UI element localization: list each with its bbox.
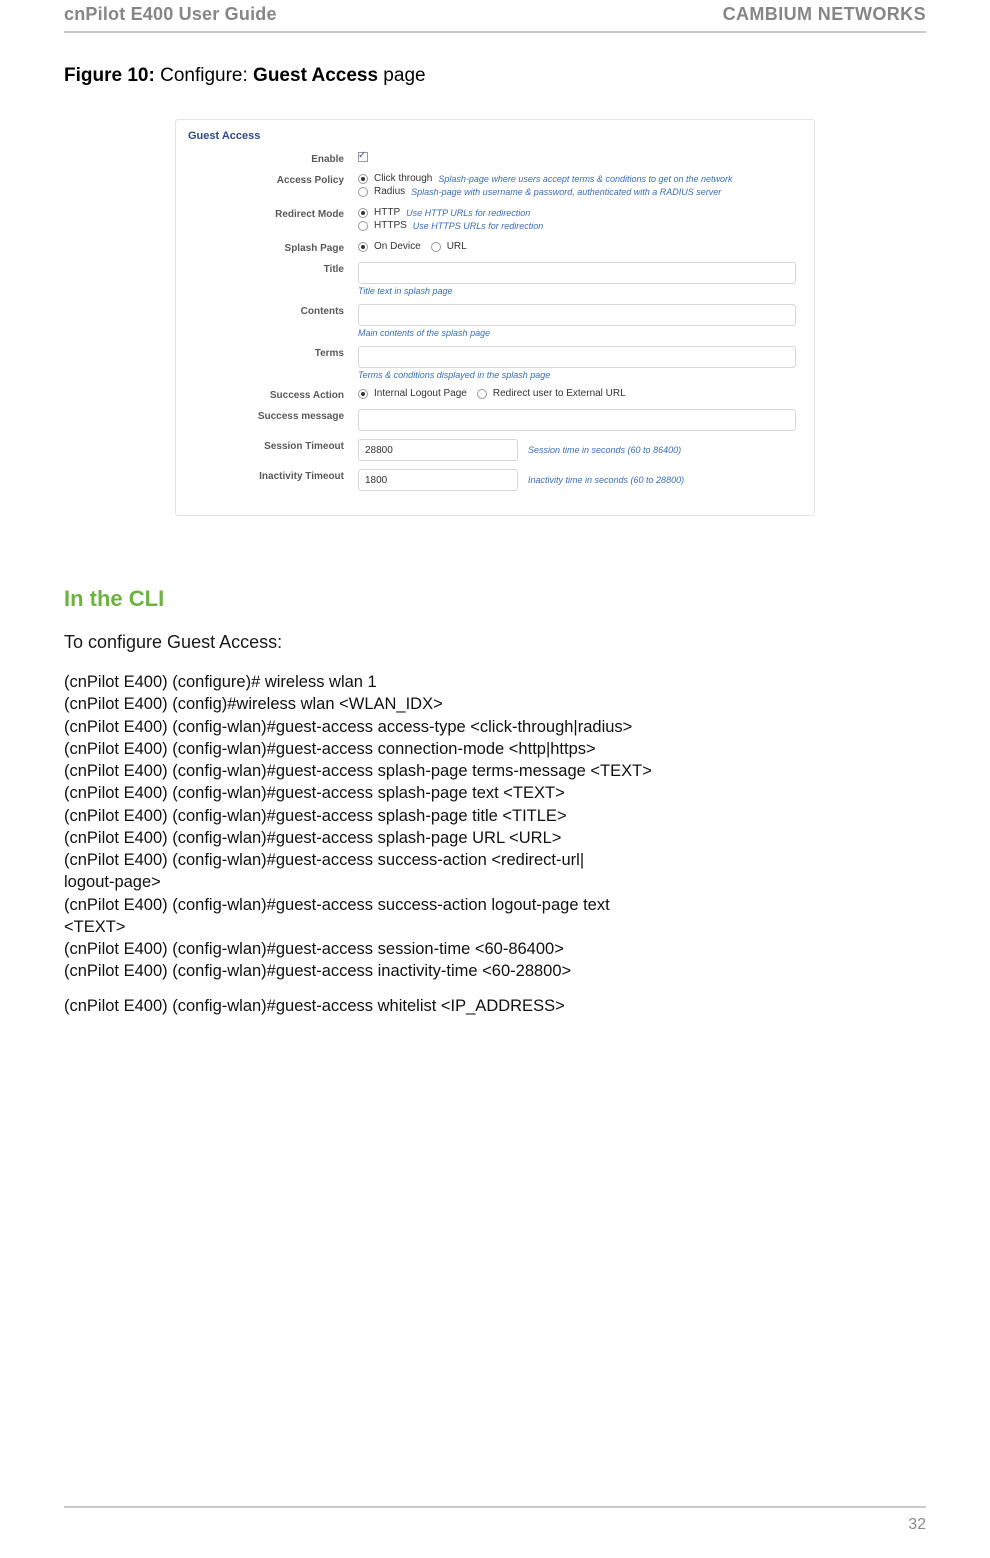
label-contents: Contents (176, 300, 358, 317)
opt-url: URL (447, 241, 467, 252)
label-redirect-mode: Redirect Mode (176, 203, 358, 220)
terms-input[interactable] (358, 346, 796, 368)
label-terms: Terms (176, 342, 358, 359)
label-success-action: Success Action (176, 384, 358, 401)
figure-bold2: Guest Access (253, 65, 378, 86)
row-splash-page: Splash Page On Device URL (176, 237, 814, 258)
radio-radius[interactable] (358, 187, 368, 197)
label-splash-page: Splash Page (176, 237, 358, 254)
radio-internal-logout[interactable] (358, 389, 368, 399)
footer-rule (64, 1506, 926, 1508)
cli-block-2: (cnPilot E400) (config-wlan)#guest-acces… (64, 995, 926, 1017)
row-redirect-mode: Redirect Mode HTTP Use HTTP URLs for red… (176, 203, 814, 237)
enable-checkbox[interactable] (358, 152, 368, 162)
page-footer: 32 (64, 1506, 926, 1534)
radio-url[interactable] (431, 242, 441, 252)
label-inactivity-timeout: Inactivity Timeout (176, 465, 358, 482)
hint-session-timeout: Session time in seconds (60 to 86400) (528, 445, 681, 455)
radio-on-device[interactable] (358, 242, 368, 252)
figure-caption: Figure 10: Configure: Guest Access page (64, 65, 926, 87)
success-message-input[interactable] (358, 409, 796, 431)
row-inactivity-timeout: Inactivity Timeout Inactivity time in se… (176, 465, 814, 495)
figure-prefix: Figure 10: (64, 65, 155, 86)
hint-click-through: Splash-page where users accept terms & c… (438, 174, 732, 184)
opt-radius: Radius (374, 186, 405, 197)
radio-https[interactable] (358, 221, 368, 231)
row-access-policy: Access Policy Click through Splash-page … (176, 169, 814, 203)
hint-title: Title text in splash page (358, 286, 796, 296)
hint-inactivity-timeout: Inactivity time in seconds (60 to 28800) (528, 475, 684, 485)
page-header: cnPilot E400 User Guide CAMBIUM NETWORKS (64, 0, 926, 33)
row-success-message: Success message (176, 405, 814, 435)
label-title: Title (176, 258, 358, 275)
hint-https: Use HTTPS URLs for redirection (413, 221, 544, 231)
row-terms: Terms Terms & conditions displayed in th… (176, 342, 814, 384)
cli-block-1: (cnPilot E400) (configure)# wireless wla… (64, 671, 926, 983)
panel-title: Guest Access (176, 120, 814, 148)
opt-http: HTTP (374, 207, 400, 218)
hint-http: Use HTTP URLs for redirection (406, 208, 530, 218)
inactivity-timeout-input[interactable] (358, 469, 518, 491)
opt-click-through: Click through (374, 173, 432, 184)
label-access-policy: Access Policy (176, 169, 358, 186)
label-enable: Enable (176, 148, 358, 165)
row-contents: Contents Main contents of the splash pag… (176, 300, 814, 342)
opt-redirect-external: Redirect user to External URL (493, 388, 626, 399)
row-enable: Enable (176, 148, 814, 169)
title-input[interactable] (358, 262, 796, 284)
guest-access-panel: Guest Access Enable Access Policy Click … (175, 119, 815, 516)
hint-contents: Main contents of the splash page (358, 328, 796, 338)
row-session-timeout: Session Timeout Session time in seconds … (176, 435, 814, 465)
session-timeout-input[interactable] (358, 439, 518, 461)
figure-suffix: page (378, 65, 426, 86)
contents-input[interactable] (358, 304, 796, 326)
opt-internal-logout: Internal Logout Page (374, 388, 467, 399)
radio-http[interactable] (358, 208, 368, 218)
header-right: CAMBIUM NETWORKS (723, 4, 926, 25)
label-session-timeout: Session Timeout (176, 435, 358, 452)
opt-on-device: On Device (374, 241, 421, 252)
figure-mid: Configure: (155, 65, 253, 86)
cli-heading: In the CLI (64, 586, 926, 612)
hint-terms: Terms & conditions displayed in the spla… (358, 370, 796, 380)
opt-https: HTTPS (374, 220, 407, 231)
label-success-message: Success message (176, 405, 358, 422)
radio-redirect-external[interactable] (477, 389, 487, 399)
cli-subheading: To configure Guest Access: (64, 632, 926, 653)
row-title: Title Title text in splash page (176, 258, 814, 300)
header-left: cnPilot E400 User Guide (64, 4, 277, 25)
radio-click-through[interactable] (358, 174, 368, 184)
row-success-action: Success Action Internal Logout Page Redi… (176, 384, 814, 405)
page-number: 32 (64, 1516, 926, 1534)
hint-radius: Splash-page with username & password, au… (411, 187, 721, 197)
